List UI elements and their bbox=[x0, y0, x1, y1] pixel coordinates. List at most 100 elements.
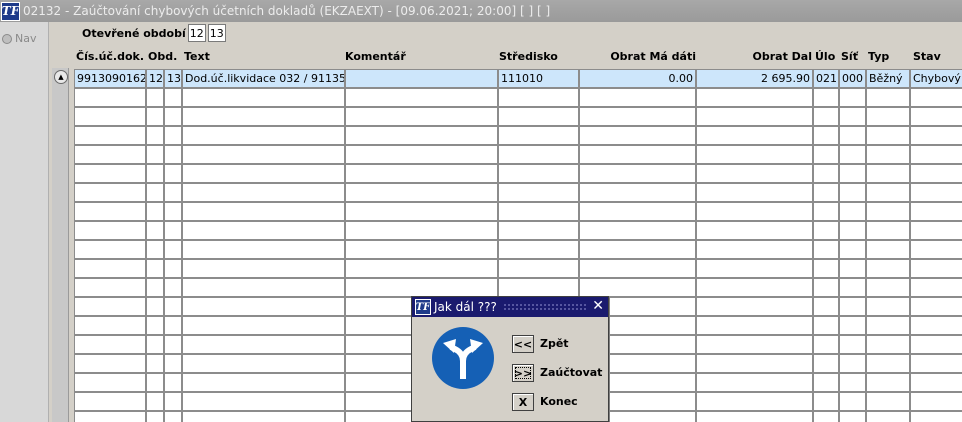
empty-cell[interactable] bbox=[839, 297, 866, 316]
table-row[interactable] bbox=[74, 107, 962, 126]
scroll-up-icon[interactable]: ▲ bbox=[54, 70, 68, 84]
empty-cell[interactable] bbox=[866, 88, 910, 107]
empty-cell[interactable] bbox=[839, 183, 866, 202]
empty-cell[interactable] bbox=[910, 411, 962, 422]
empty-cell[interactable] bbox=[839, 164, 866, 183]
empty-cell[interactable] bbox=[146, 164, 164, 183]
empty-cell[interactable] bbox=[498, 221, 579, 240]
empty-cell[interactable] bbox=[910, 392, 962, 411]
post-button[interactable]: >> bbox=[512, 364, 534, 382]
empty-cell[interactable] bbox=[866, 278, 910, 297]
empty-cell[interactable] bbox=[74, 164, 146, 183]
empty-cell[interactable] bbox=[866, 240, 910, 259]
empty-cell[interactable] bbox=[696, 202, 813, 221]
cell-doc[interactable]: 9913090162 bbox=[74, 69, 146, 88]
empty-cell[interactable] bbox=[146, 373, 164, 392]
empty-cell[interactable] bbox=[345, 107, 498, 126]
empty-cell[interactable] bbox=[182, 221, 345, 240]
empty-cell[interactable] bbox=[579, 164, 696, 183]
empty-cell[interactable] bbox=[866, 107, 910, 126]
empty-cell[interactable] bbox=[866, 164, 910, 183]
empty-cell[interactable] bbox=[910, 259, 962, 278]
empty-cell[interactable] bbox=[910, 335, 962, 354]
col-header-doc[interactable]: Čís.úč.dok. bbox=[76, 50, 144, 63]
empty-cell[interactable] bbox=[164, 183, 182, 202]
empty-cell[interactable] bbox=[696, 411, 813, 422]
empty-cell[interactable] bbox=[839, 88, 866, 107]
empty-cell[interactable] bbox=[696, 88, 813, 107]
empty-cell[interactable] bbox=[345, 240, 498, 259]
table-row[interactable] bbox=[74, 240, 962, 259]
empty-cell[interactable] bbox=[182, 164, 345, 183]
empty-cell[interactable] bbox=[813, 126, 839, 145]
empty-cell[interactable] bbox=[146, 145, 164, 164]
empty-cell[interactable] bbox=[696, 164, 813, 183]
empty-cell[interactable] bbox=[74, 392, 146, 411]
empty-cell[interactable] bbox=[74, 240, 146, 259]
empty-cell[interactable] bbox=[910, 145, 962, 164]
empty-cell[interactable] bbox=[182, 88, 345, 107]
empty-cell[interactable] bbox=[164, 145, 182, 164]
empty-cell[interactable] bbox=[164, 278, 182, 297]
empty-cell[interactable] bbox=[696, 107, 813, 126]
cell-komentar[interactable] bbox=[345, 69, 498, 88]
empty-cell[interactable] bbox=[866, 335, 910, 354]
empty-cell[interactable] bbox=[345, 183, 498, 202]
empty-cell[interactable] bbox=[182, 107, 345, 126]
empty-cell[interactable] bbox=[164, 316, 182, 335]
empty-cell[interactable] bbox=[146, 240, 164, 259]
empty-cell[interactable] bbox=[74, 107, 146, 126]
empty-cell[interactable] bbox=[866, 259, 910, 278]
empty-cell[interactable] bbox=[839, 126, 866, 145]
empty-cell[interactable] bbox=[866, 221, 910, 240]
empty-cell[interactable] bbox=[839, 411, 866, 422]
empty-cell[interactable] bbox=[866, 373, 910, 392]
close-icon[interactable]: ✕ bbox=[592, 298, 604, 314]
empty-cell[interactable] bbox=[866, 183, 910, 202]
cell-sit[interactable]: 000 bbox=[839, 69, 866, 88]
empty-cell[interactable] bbox=[910, 126, 962, 145]
empty-cell[interactable] bbox=[910, 164, 962, 183]
col-header-ulo[interactable]: Úlo bbox=[815, 50, 835, 63]
empty-cell[interactable] bbox=[696, 335, 813, 354]
empty-cell[interactable] bbox=[146, 107, 164, 126]
empty-cell[interactable] bbox=[866, 202, 910, 221]
empty-cell[interactable] bbox=[579, 88, 696, 107]
empty-cell[interactable] bbox=[164, 126, 182, 145]
empty-cell[interactable] bbox=[579, 259, 696, 278]
empty-cell[interactable] bbox=[74, 297, 146, 316]
empty-cell[interactable] bbox=[146, 297, 164, 316]
empty-cell[interactable] bbox=[910, 107, 962, 126]
empty-cell[interactable] bbox=[910, 221, 962, 240]
empty-cell[interactable] bbox=[146, 392, 164, 411]
table-row[interactable]: 9913090162 12 13 Dod.úč.likvidace 032 / … bbox=[74, 69, 962, 88]
empty-cell[interactable] bbox=[74, 278, 146, 297]
empty-cell[interactable] bbox=[696, 259, 813, 278]
empty-cell[interactable] bbox=[910, 278, 962, 297]
period-chip-12[interactable]: 12 bbox=[187, 24, 206, 42]
empty-cell[interactable] bbox=[839, 354, 866, 373]
empty-cell[interactable] bbox=[866, 126, 910, 145]
empty-cell[interactable] bbox=[345, 202, 498, 221]
cell-stav[interactable]: Chybový bbox=[910, 69, 962, 88]
empty-cell[interactable] bbox=[579, 202, 696, 221]
empty-cell[interactable] bbox=[164, 88, 182, 107]
empty-cell[interactable] bbox=[182, 297, 345, 316]
col-header-text[interactable]: Text bbox=[184, 50, 210, 63]
empty-cell[interactable] bbox=[498, 183, 579, 202]
empty-cell[interactable] bbox=[146, 202, 164, 221]
empty-cell[interactable] bbox=[146, 183, 164, 202]
empty-cell[interactable] bbox=[164, 202, 182, 221]
empty-cell[interactable] bbox=[813, 297, 839, 316]
empty-cell[interactable] bbox=[839, 221, 866, 240]
empty-cell[interactable] bbox=[839, 278, 866, 297]
table-row[interactable] bbox=[74, 88, 962, 107]
empty-cell[interactable] bbox=[813, 240, 839, 259]
empty-cell[interactable] bbox=[498, 259, 579, 278]
empty-cell[interactable] bbox=[146, 411, 164, 422]
empty-cell[interactable] bbox=[910, 88, 962, 107]
empty-cell[interactable] bbox=[146, 316, 164, 335]
empty-cell[interactable] bbox=[866, 392, 910, 411]
empty-cell[interactable] bbox=[696, 278, 813, 297]
empty-cell[interactable] bbox=[146, 278, 164, 297]
